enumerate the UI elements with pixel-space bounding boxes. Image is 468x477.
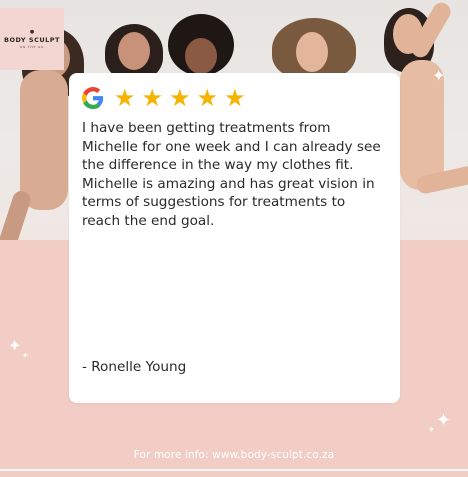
brand-logo: ● BODY SCULPT ON THE GO <box>0 8 64 70</box>
star-icon: ★ <box>196 84 219 112</box>
footer-divider <box>0 469 468 471</box>
logo-mark-icon: ● <box>29 28 35 35</box>
sparkle-icon: ✦ <box>432 66 446 85</box>
sparkle-icon: ✦ <box>428 425 435 434</box>
model-figure <box>100 0 170 80</box>
sparkle-icon: ✦ <box>22 351 29 360</box>
footer-info: For more info: www.body-sculpt.co.za <box>133 449 335 461</box>
star-icon: ★ <box>141 84 164 112</box>
review-author: - Ronelle Young <box>82 359 187 375</box>
star-rating: ★ ★ ★ ★ ★ <box>114 86 252 110</box>
testimonial-graphic: ● BODY SCULPT ON THE GO ★ ★ ★ ★ ★ I have… <box>0 0 468 477</box>
sparkle-icon: ✦ <box>8 336 22 355</box>
sparkle-icon: ✦ <box>436 410 452 431</box>
review-card: ★ ★ ★ ★ ★ I have been getting treatments… <box>69 73 400 403</box>
rating-row: ★ ★ ★ ★ ★ <box>82 86 252 110</box>
star-icon: ★ <box>169 84 191 112</box>
brand-name: BODY SCULPT <box>4 35 60 44</box>
star-icon: ★ <box>114 84 136 112</box>
google-g-icon <box>82 87 104 109</box>
model-figure <box>268 0 358 80</box>
review-text: I have been getting treatments from Mich… <box>82 120 381 229</box>
model-figure <box>166 0 236 80</box>
star-icon: ★ <box>224 84 246 112</box>
brand-tagline: ON THE GO <box>19 44 45 49</box>
